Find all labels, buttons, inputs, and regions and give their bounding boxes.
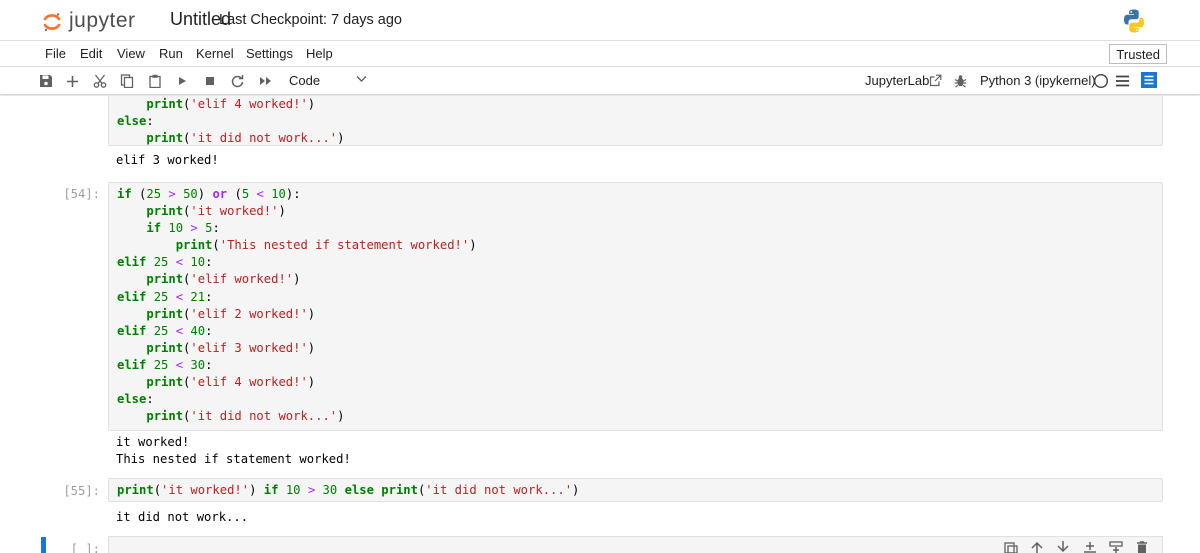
python-logo-icon — [1124, 9, 1144, 33]
interrupt-kernel-button[interactable] — [200, 71, 220, 91]
code-cell-input[interactable]: if (25 > 50) or (5 < 10): print('it work… — [108, 182, 1163, 431]
insert-above-icon[interactable] — [1082, 541, 1098, 553]
jupyter-logo[interactable]: jupyter — [42, 7, 152, 35]
output-line: This nested if statement worked! — [116, 452, 351, 467]
chevron-down-icon[interactable] — [356, 75, 367, 83]
jupyter-logo-icon — [43, 13, 61, 32]
top-header: jupyter Untitled Last Checkpoint: 7 days… — [0, 0, 1200, 40]
cell-prompt: [55]: — [63, 484, 100, 498]
duplicate-cell-icon[interactable] — [1003, 541, 1019, 553]
menu-bar: File Edit View Run Kernel Settings Help … — [0, 40, 1200, 67]
notebook-panel: print('elif 4 worked!') else: print('it … — [0, 96, 1200, 553]
notebook-toolbar: Code JupyterLab Python 3 (ipykernel) — [0, 67, 1200, 95]
last-checkpoint: Last Checkpoint: 7 days ago — [219, 12, 402, 28]
stop-icon — [206, 77, 214, 85]
run-all-icon — [259, 77, 271, 85]
code-line: print('elif 4 worked!') — [146, 97, 316, 111]
save-button[interactable] — [36, 71, 56, 91]
code-line: else: — [117, 114, 154, 129]
cell-output: it worked! This nested if statement work… — [116, 434, 351, 468]
jupyter-logo-text: jupyter — [69, 9, 136, 32]
insert-below-icon[interactable] — [1108, 541, 1124, 553]
delete-cell-icon[interactable] — [1134, 541, 1150, 553]
external-link-icon[interactable] — [929, 74, 942, 87]
copy-button[interactable] — [117, 71, 137, 91]
cell-output: it did not work... — [116, 510, 249, 524]
property-inspector-icon[interactable] — [1141, 72, 1157, 88]
code-cell-input[interactable]: print('elif 4 worked!') else: print('it … — [108, 96, 1163, 146]
menu-help[interactable]: Help — [306, 46, 333, 61]
code-cell-input[interactable]: print('it worked!') if 10 > 30 else prin… — [108, 478, 1163, 502]
save-icon — [40, 75, 52, 87]
menu-edit[interactable]: Edit — [80, 46, 102, 61]
code-line: print('it did not work...') — [146, 131, 345, 146]
kernel-idle-icon — [1093, 73, 1109, 89]
run-icon — [179, 77, 186, 85]
restart-run-all-button[interactable] — [255, 71, 275, 91]
paste-button[interactable] — [145, 71, 165, 91]
cell-prompt: [ ]: — [70, 542, 100, 553]
cell-prompt: [54]: — [63, 187, 100, 201]
menu-file[interactable]: File — [45, 46, 66, 61]
menu-settings[interactable]: Settings — [246, 46, 293, 61]
cell-type-select[interactable]: Code — [289, 73, 320, 88]
add-cell-icon — [66, 75, 78, 87]
move-up-icon[interactable] — [1029, 541, 1045, 553]
cell-output: elif 3 worked! — [116, 153, 219, 167]
menu-run[interactable]: Run — [159, 46, 183, 61]
code-editor[interactable]: print('it worked!') if 10 > 30 else prin… — [109, 479, 1162, 499]
bug-icon[interactable] — [954, 74, 967, 88]
move-down-icon[interactable] — [1055, 541, 1071, 553]
cut-button[interactable] — [90, 71, 110, 91]
menu-view[interactable]: View — [117, 46, 145, 61]
restart-icon — [231, 74, 243, 87]
trusted-indicator[interactable]: Trusted — [1109, 44, 1167, 64]
jupyterlab-link[interactable]: JupyterLab — [865, 73, 929, 88]
code-editor[interactable]: if (25 > 50) or (5 < 10): print('it work… — [109, 183, 1162, 425]
paste-icon — [149, 74, 161, 88]
cut-icon — [93, 74, 107, 88]
code-editor[interactable]: print('elif 4 worked!') else: print('it … — [109, 96, 1162, 147]
run-cell-button[interactable] — [172, 71, 192, 91]
kernel-name[interactable]: Python 3 (ipykernel) — [980, 73, 1096, 88]
output-line: it worked! — [116, 435, 190, 449]
restart-kernel-button[interactable] — [227, 71, 247, 91]
menu-icon[interactable] — [1116, 75, 1129, 87]
menu-kernel[interactable]: Kernel — [196, 46, 234, 61]
copy-icon — [120, 74, 134, 88]
add-cell-button[interactable] — [62, 71, 82, 91]
